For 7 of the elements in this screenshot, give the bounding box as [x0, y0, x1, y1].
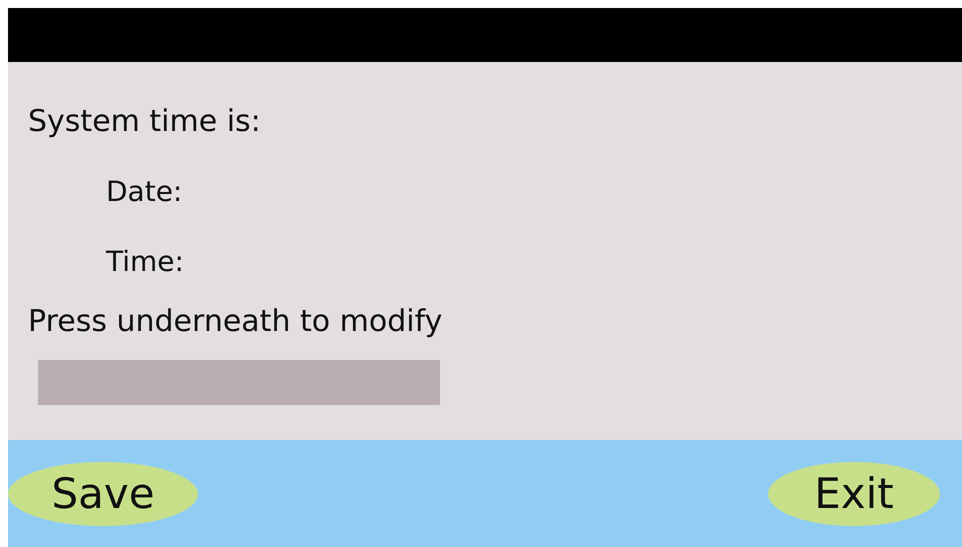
input-field[interactable]: [38, 360, 440, 405]
instruction-text: Press underneath to modify: [28, 303, 442, 341]
field-label: Time:: [106, 244, 184, 280]
save-button[interactable]: Save: [8, 462, 198, 526]
heading-text: System time is:: [28, 103, 261, 141]
field-label: Date:: [106, 174, 182, 210]
exit-button[interactable]: Exit: [768, 462, 940, 526]
